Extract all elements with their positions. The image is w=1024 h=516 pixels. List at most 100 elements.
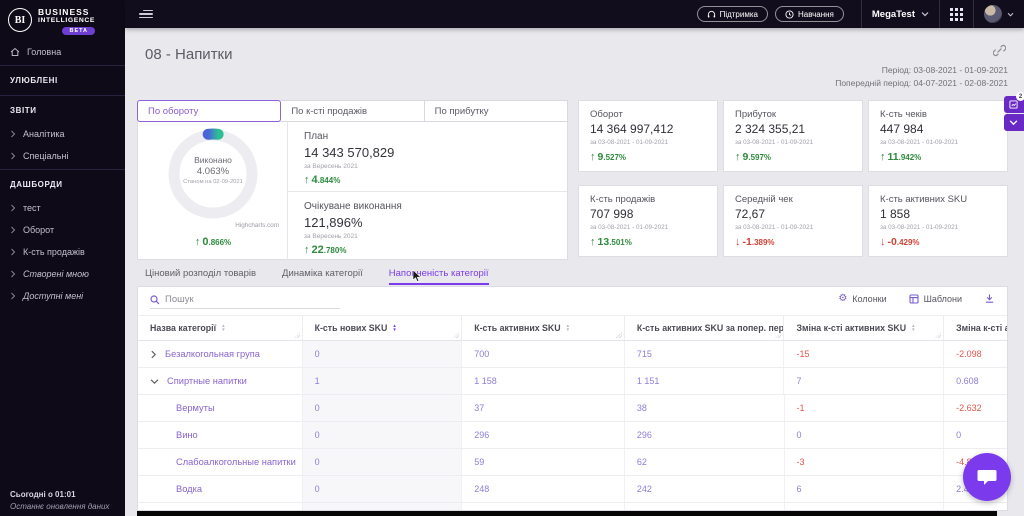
expand-icon[interactable] xyxy=(150,350,157,359)
kpi-delta: ↑ 9.597% xyxy=(735,151,772,163)
sidebar-section-dashboards: ДАШБОРДИ xyxy=(10,180,63,189)
period-current: Період: 03-08-2021 - 01-09-2021 xyxy=(881,65,1008,75)
templates-button[interactable]: Шаблони xyxy=(909,294,962,304)
kpi-delta: ↑ 13.501% xyxy=(590,236,632,248)
plan-period: за Вересень 2021 xyxy=(304,163,358,170)
sidebar-item-sales-count[interactable]: К-сть продажів xyxy=(0,241,125,263)
donut-label: Виконано xyxy=(194,155,232,165)
search-input[interactable] xyxy=(165,294,325,305)
user-menu[interactable] xyxy=(984,5,1014,23)
plan-block: План 14 343 570,829 за Вересень 2021 ↑ 4.… xyxy=(288,122,567,186)
completion-gauge: Виконано 4.063% Станом на 02-09-2021 Hig… xyxy=(138,122,288,260)
report-icon xyxy=(1009,100,1018,109)
expected-label: Очікуване виконання xyxy=(304,201,402,212)
sidebar-item-turnover[interactable]: Оборот xyxy=(0,219,125,241)
sidebar-item-test[interactable]: тест xyxy=(0,197,125,219)
sidebar-item-special[interactable]: Спеціальні xyxy=(0,145,125,167)
table-row[interactable]: Коньяк 1 334 333 4 3.507 xyxy=(138,503,1007,510)
mouse-cursor xyxy=(412,269,422,288)
resize-handle[interactable] xyxy=(615,332,622,338)
sidebar-item-label: Оборот xyxy=(23,225,55,235)
column-header-change-active-sku[interactable]: Зміна к-сті активних SKU ▲ ▼ xyxy=(784,316,945,340)
collapse-panel-button[interactable] xyxy=(1004,114,1024,131)
chevron-right-icon xyxy=(11,204,16,212)
brand-logo: BI xyxy=(8,8,32,32)
divider xyxy=(939,0,940,28)
main-content: 08 - Напитки Період: 03-08-2021 - 01-09-… xyxy=(125,28,1024,516)
resize-handle[interactable] xyxy=(935,332,942,338)
kpi-period: за 03-08-2021 - 01-09-2021 xyxy=(735,224,814,231)
sidebar-item-analytics[interactable]: Аналітика xyxy=(0,123,125,145)
divider xyxy=(0,95,125,96)
menu-toggle-icon[interactable] xyxy=(139,9,153,19)
account-menu[interactable]: MegaTest xyxy=(872,9,929,20)
training-button[interactable]: Навчання xyxy=(774,6,844,22)
plan-delta: ↑ 4.844% xyxy=(304,174,341,186)
table-row[interactable]: Водка 0 248 242 6 2.479 xyxy=(138,476,1007,503)
kpi-period: за 03-08-2021 - 01-09-2021 xyxy=(590,224,669,231)
sidebar-item-home[interactable]: Головна xyxy=(0,41,125,63)
sidebar-item-available-to-me[interactable]: Доступні мені xyxy=(0,285,125,307)
tab-category-fullness[interactable]: Наповненість категорії xyxy=(388,268,489,285)
last-update-note: Останнє оновлення даних xyxy=(10,502,110,511)
clock-icon xyxy=(785,9,794,19)
table-row[interactable]: Спиртные напитки 1 1 158 1 151 7 0.608 xyxy=(138,368,1007,395)
divider xyxy=(0,65,125,66)
support-button[interactable]: Підтримка xyxy=(696,6,768,22)
plan-panel: По обороту По к-сті продажів По прибутку xyxy=(137,100,568,260)
table-row[interactable]: Вермуты 0 37 38 -1 -2.632 xyxy=(138,395,1007,422)
chevron-down-icon xyxy=(1009,120,1018,126)
kpi-card-active-sku: К-сть активних SKU 1 858 за 03-08-2021 -… xyxy=(868,185,1008,257)
expected-block: Очікуване виконання 121,896% за Вересень… xyxy=(288,192,567,256)
column-header-active-sku-prev[interactable]: К-сть активних SKU за попер. період▲▼ xyxy=(625,316,785,340)
kpi-value: 14 364 997,412 xyxy=(590,122,674,136)
tab-price-distribution[interactable]: Ціновий розподіл товарів xyxy=(145,268,256,285)
notification-badge: 2 xyxy=(1016,92,1024,101)
resize-handle[interactable] xyxy=(775,332,782,338)
arrow-down-icon: ↓ xyxy=(735,236,741,248)
column-header-change-active-pct[interactable]: Зміна к-сті активн xyxy=(944,316,1007,340)
support-label: Підтримка xyxy=(719,9,758,19)
tab-by-turnover[interactable]: По обороту xyxy=(137,100,282,122)
kpi-value: 447 984 xyxy=(880,122,924,136)
kpi-card-turnover: Оборот 14 364 997,412 за 03-08-2021 - 01… xyxy=(578,100,718,172)
chat-button[interactable] xyxy=(963,453,1011,501)
last-update-time: Сьогодні о 01:01 xyxy=(10,490,76,499)
table-header: Назва категорії ▲ ▼ К-сть нових SKU ▲ ▼ К-ст… xyxy=(138,315,1007,341)
columns-button[interactable]: ⚙ Колонки xyxy=(838,293,886,304)
sidebar-item-created-by-me[interactable]: Створені мною xyxy=(0,263,125,285)
table-row[interactable]: Слабоалкогольные напитки 0 59 62 -3 -4.8… xyxy=(138,449,1007,476)
apps-grid-icon[interactable] xyxy=(950,7,963,21)
sidebar: BI BUSINESS INTELLIGENCE BETA Головна УЛ… xyxy=(0,0,125,516)
tab-category-dynamics[interactable]: Динаміка категорії xyxy=(282,268,363,285)
kpi-label: К-сть чеків xyxy=(880,109,927,120)
kpi-card-profit: Прибуток 2 324 355,21 за 03-08-2021 - 01… xyxy=(723,100,863,172)
kpi-value: 707 998 xyxy=(590,207,634,221)
column-header-active-sku[interactable]: К-сть активних SKU ▲ ▼ xyxy=(462,316,625,340)
collapse-icon[interactable] xyxy=(150,378,159,385)
headset-icon xyxy=(707,10,715,18)
tab-by-sales-count[interactable]: По к-сті продажів xyxy=(281,100,425,122)
download-button[interactable] xyxy=(984,293,995,304)
share-link-icon[interactable] xyxy=(992,44,1007,62)
divider xyxy=(0,169,125,170)
plan-value: 14 343 570,829 xyxy=(304,145,395,160)
templates-label: Шаблони xyxy=(923,293,962,304)
column-header-category[interactable]: Назва категорії ▲ ▼ xyxy=(138,316,303,340)
kpi-label: К-сть продажів xyxy=(590,194,656,205)
table-row[interactable]: Вино 0 296 296 0 0 xyxy=(138,422,1007,449)
kpi-period: за 03-08-2021 - 01-09-2021 xyxy=(735,139,814,146)
chevron-right-icon xyxy=(11,248,16,256)
export-panel-button[interactable]: 2 xyxy=(1004,92,1024,113)
tab-by-profit[interactable]: По прибутку xyxy=(424,100,568,122)
resize-handle[interactable] xyxy=(453,332,460,338)
sidebar-item-label: Створені мною xyxy=(23,269,89,279)
table-tabs: Ціновий розподіл товарів Динаміка катего… xyxy=(145,268,489,285)
chevron-right-icon xyxy=(11,152,16,160)
column-header-new-sku[interactable]: К-сть нових SKU ▲ ▼ xyxy=(303,316,463,340)
resize-handle[interactable] xyxy=(293,332,300,338)
sidebar-item-label: К-сть продажів xyxy=(23,247,85,257)
table-row[interactable]: Безалкогольная група 0 700 715 -15 -2.09… xyxy=(138,341,1007,368)
arrow-down-icon: ↓ xyxy=(880,236,886,248)
expected-period: за Вересень 2021 xyxy=(304,233,358,240)
